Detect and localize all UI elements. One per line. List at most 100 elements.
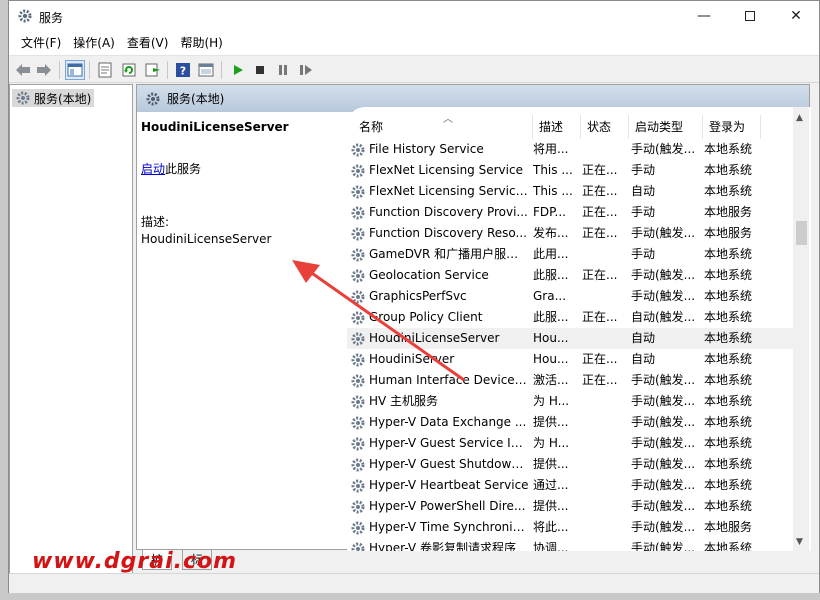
description-value: HoudiniLicenseServer [141, 232, 272, 246]
service-startup-type: 手动(触发... [631, 415, 696, 429]
close-icon: ✕ [790, 8, 802, 24]
service-startup-type: 自动 [631, 331, 656, 345]
column-header-status[interactable]: 状态 [581, 115, 629, 139]
service-description: Hou... [533, 352, 569, 366]
service-log-on-as: 本地系统 [704, 289, 753, 303]
export-list-button[interactable] [143, 60, 163, 80]
service-startup-type: 手动(触发... [631, 436, 696, 450]
service-description: 提供... [533, 499, 569, 513]
service-log-on-as: 本地系统 [704, 436, 753, 450]
service-detail-pane: HoudiniLicenseServer 启动此服务 描述: HoudiniLi… [141, 120, 337, 246]
title-bar[interactable]: 服务 — ✕ [9, 1, 819, 31]
service-startup-type: 手动(触发... [631, 457, 696, 471]
service-gear-icon [351, 227, 365, 241]
properties-button[interactable] [95, 60, 115, 80]
close-button[interactable]: ✕ [773, 1, 819, 31]
service-row[interactable]: Function Discovery Reso... 发布... 正在... 手动(触… [347, 223, 797, 244]
service-name: Hyper-V Guest Service In... [369, 436, 529, 450]
service-row[interactable]: File History Service 将用... 手动(触发... 本地系统 [347, 139, 797, 160]
pause-service-button[interactable] [273, 60, 293, 80]
service-description: FDP... [533, 205, 566, 219]
service-name: Hyper-V PowerShell Dire... [369, 499, 526, 513]
service-description: 提供... [533, 415, 569, 429]
service-row[interactable]: Hyper-V 卷影复制请求程序 协调... 手动(触发... 本地系统 [347, 538, 797, 551]
pause-icon [279, 65, 287, 75]
service-status: 正在... [582, 184, 618, 198]
start-service-button[interactable] [228, 60, 248, 80]
vertical-scrollbar[interactable]: ▲ ▼ [793, 107, 809, 551]
menu-view[interactable]: 查看(V) [121, 31, 175, 55]
toolbar: ? [9, 55, 819, 83]
maximize-button[interactable] [727, 1, 773, 31]
service-description: 通过... [533, 478, 569, 492]
selected-service-name: HoudiniLicenseServer [141, 120, 289, 134]
menu-action[interactable]: 操作(A) [67, 31, 121, 55]
service-log-on-as: 本地系统 [704, 142, 753, 156]
service-description: This ... [533, 184, 573, 198]
service-name: Function Discovery Reso... [369, 226, 527, 240]
service-description: 为 H... [533, 436, 570, 450]
services-gear-icon [16, 91, 30, 105]
back-button[interactable] [13, 60, 33, 80]
service-description: Hou... [533, 331, 569, 345]
forward-button[interactable] [34, 60, 54, 80]
service-gear-icon [351, 542, 365, 551]
tree-item-services-local[interactable]: 服务(本地) [12, 89, 95, 107]
show-hide-tree-button[interactable] [65, 60, 85, 80]
service-gear-icon [351, 206, 365, 220]
service-log-on-as: 本地服务 [704, 520, 753, 534]
scroll-thumb[interactable] [796, 221, 807, 245]
service-row[interactable]: FlexNet Licensing Service... This ... 正在..… [347, 181, 797, 202]
scroll-down-icon[interactable]: ▼ [796, 537, 803, 547]
action-pane-button[interactable] [196, 60, 216, 80]
menu-help[interactable]: 帮助(H) [174, 31, 228, 55]
start-service-link[interactable]: 启动 [141, 162, 165, 176]
refresh-button[interactable] [119, 60, 139, 80]
column-header-name[interactable]: 名称 [353, 115, 533, 139]
service-name: Hyper-V Data Exchange ... [369, 415, 527, 429]
tree-item-label: 服务(本地) [34, 91, 92, 106]
service-gear-icon [351, 143, 365, 157]
service-row[interactable]: Hyper-V PowerShell Dire... 提供... 手动(触发... 本… [347, 496, 797, 517]
service-gear-icon [351, 521, 365, 535]
service-gear-icon [351, 479, 365, 493]
service-row[interactable]: Hyper-V Guest Service In... 为 H... 手动(触发..… [347, 433, 797, 454]
service-startup-type: 手动(触发... [631, 142, 696, 156]
service-gear-icon [351, 164, 365, 178]
service-log-on-as: 本地服务 [704, 205, 753, 219]
action-pane-icon [198, 63, 214, 77]
service-row[interactable]: FlexNet Licensing Service This ... 正在... 手动… [347, 160, 797, 181]
service-status: 正在... [582, 352, 618, 366]
restart-service-button[interactable] [296, 60, 316, 80]
services-window: 服务 — ✕ 文件(F) 操作(A) 查看(V) 帮助(H) ? 服务(本地) … [8, 0, 820, 593]
service-name: Hyper-V Guest Shutdown ... [369, 457, 529, 471]
service-status: 正在... [582, 226, 618, 240]
help-button[interactable]: ? [173, 60, 193, 80]
console-tree: 服务(本地) [9, 84, 133, 574]
column-header-startup-type[interactable]: 启动类型 [629, 115, 703, 139]
start-service-line: 启动此服务 [141, 160, 337, 177]
service-name: FlexNet Licensing Service [369, 163, 523, 177]
service-row[interactable]: Function Discovery Provi... FDP... 正在... 手动… [347, 202, 797, 223]
service-row[interactable]: Hyper-V Guest Shutdown ... 提供... 手动(触发... 本… [347, 454, 797, 475]
service-startup-type: 手动 [631, 247, 656, 261]
scroll-up-icon[interactable]: ▲ [796, 113, 803, 123]
export-icon [145, 63, 160, 77]
service-row[interactable]: Hyper-V Heartbeat Service 通过... 手动(触发... 本地… [347, 475, 797, 496]
column-header-log-on-as[interactable]: 登录为 [703, 115, 761, 139]
service-log-on-as: 本地服务 [704, 226, 753, 240]
back-arrow-icon [16, 64, 30, 76]
minimize-button[interactable]: — [681, 1, 727, 31]
service-status: 正在... [582, 205, 618, 219]
menu-file[interactable]: 文件(F) [15, 31, 67, 55]
stop-service-button[interactable] [250, 60, 270, 80]
service-description: 此服... [533, 310, 569, 324]
properties-icon [98, 62, 112, 78]
services-gear-icon [146, 92, 160, 105]
service-row[interactable]: Hyper-V Data Exchange ... 提供... 手动(触发... 本地… [347, 412, 797, 433]
service-description: This ... [533, 163, 573, 177]
service-row[interactable]: Hyper-V Time Synchroniz... 将此... 手动(触发... 本… [347, 517, 797, 538]
service-row[interactable]: HV 主机服务 为 H... 手动(触发... 本地系统 [347, 391, 797, 412]
service-name: HV 主机服务 [369, 394, 439, 408]
column-header-description[interactable]: 描述 [533, 115, 581, 139]
